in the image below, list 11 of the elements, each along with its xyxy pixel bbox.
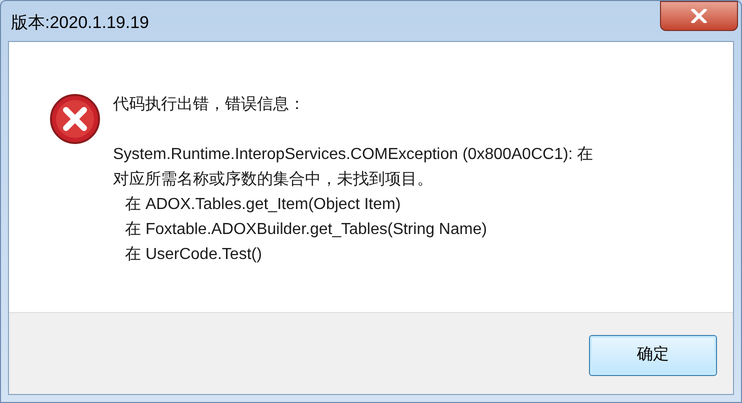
ok-button[interactable]: 确定 bbox=[589, 334, 717, 376]
error-heading: 代码执行出错，错误信息： bbox=[113, 94, 305, 115]
stack-trace-line: 在 UserCode.Test() bbox=[124, 245, 262, 265]
error-message-line: 对应所需名称或序数的集合中，未找到项目。 bbox=[113, 170, 433, 190]
error-icon bbox=[49, 93, 101, 145]
error-message-line: System.Runtime.InteropServices.COMException (0x800A0CC1): 在 bbox=[113, 145, 594, 165]
stack-trace-line: 在 ADOX.Tables.get_Item(Object Item) bbox=[124, 195, 401, 215]
close-icon bbox=[691, 9, 707, 23]
window-title: 版本:2020.1.19.19 bbox=[11, 12, 149, 34]
stack-trace-line: 在 Foxtable.ADOXBuilder.get_Tables(String Name) bbox=[124, 220, 487, 240]
close-button[interactable] bbox=[660, 1, 738, 31]
